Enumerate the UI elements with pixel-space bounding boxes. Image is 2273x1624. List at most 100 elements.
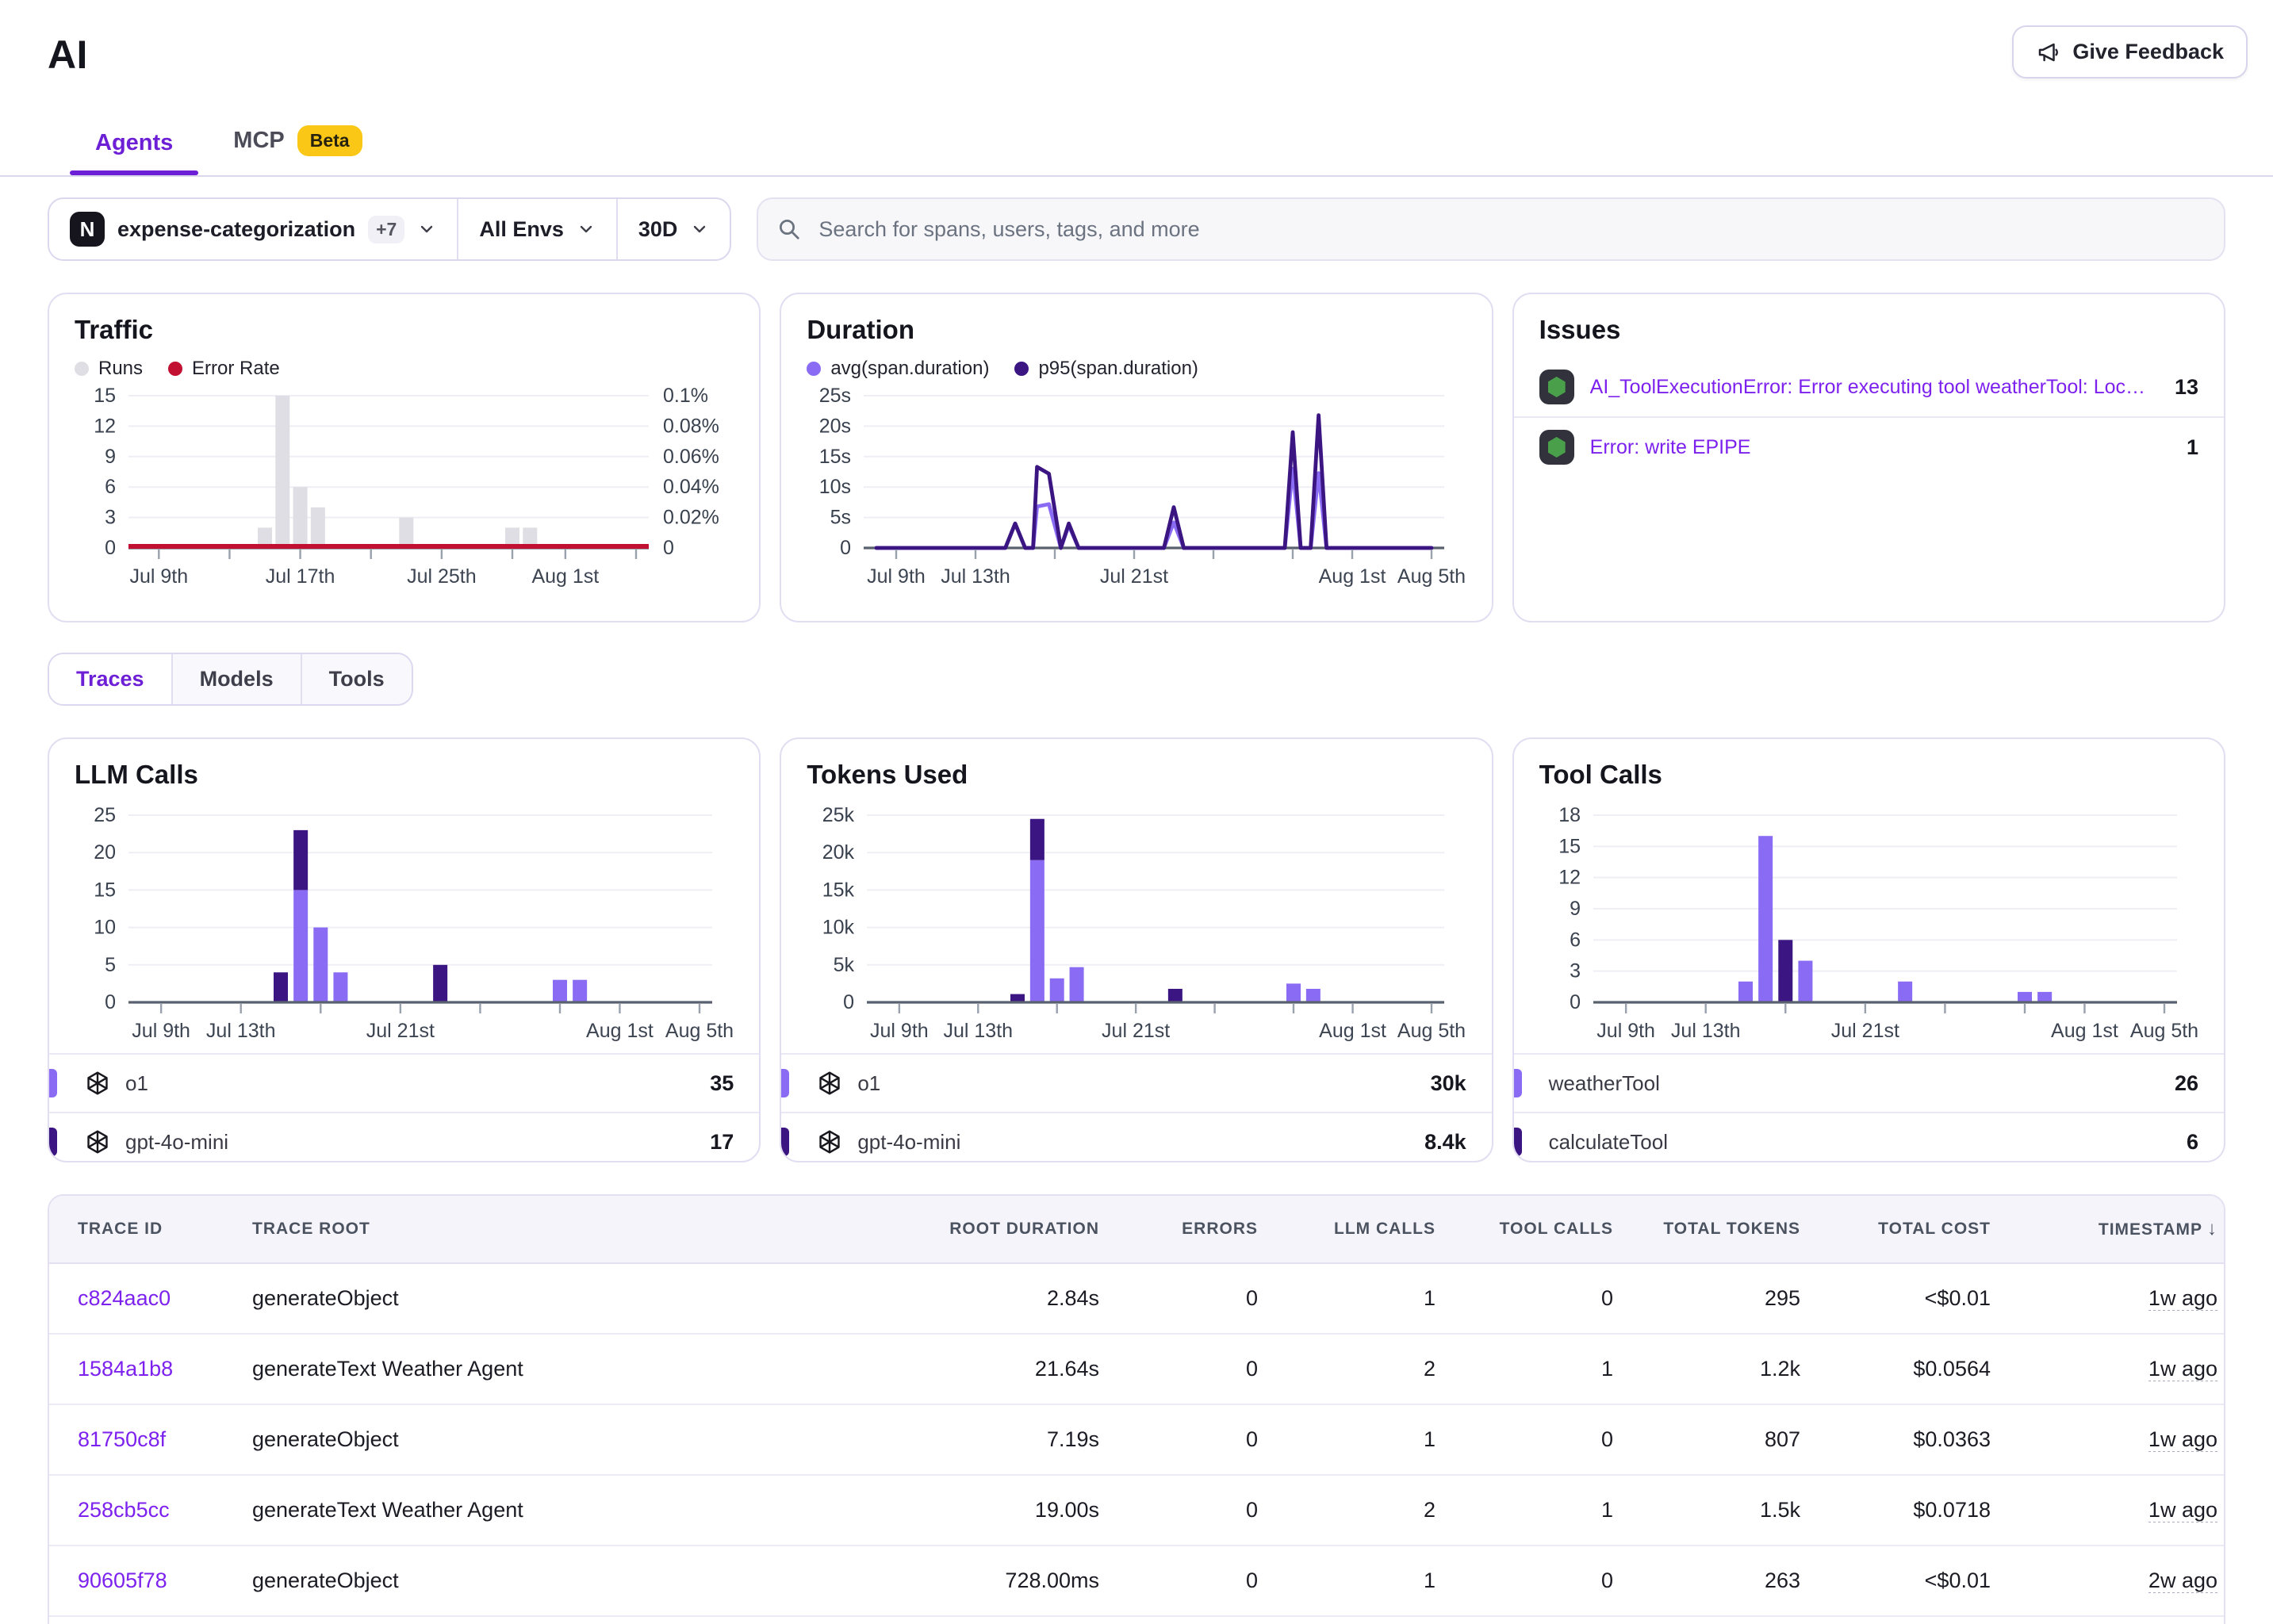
project-filter-dropdown[interactable]: N expense-categorization +7: [49, 199, 457, 259]
sort-desc-icon: ↓: [2207, 1218, 2217, 1239]
legend-row[interactable]: gpt-4o-mini 8.4k: [781, 1112, 1491, 1162]
relative-timestamp[interactable]: 1w ago: [2148, 1427, 2217, 1452]
legend-item[interactable]: p95(span.duration): [1014, 358, 1198, 380]
relative-timestamp[interactable]: 1w ago: [2148, 1498, 2217, 1522]
traces-table: Trace IDTrace RootRoot DurationErrorsLLM…: [48, 1194, 2225, 1624]
svg-text:Jul 9th: Jul 9th: [132, 1020, 190, 1042]
trace-id-link[interactable]: 258cb5cc: [49, 1498, 252, 1522]
tool-calls-legend-rows: weatherTool26calculateTool6: [1514, 1053, 2224, 1162]
trace-id-link[interactable]: 81750c8f: [49, 1427, 252, 1452]
total-cost-cell: <$0.01: [1807, 1568, 1997, 1593]
svg-text:Jul 13th: Jul 13th: [206, 1020, 276, 1042]
time-range-dropdown[interactable]: 30D: [616, 199, 730, 259]
filter-bar: N expense-categorization +7 All Envs 30D: [48, 197, 2225, 261]
column-header-total-tokens[interactable]: Total Tokens: [1619, 1220, 1807, 1239]
column-header-llm-calls[interactable]: LLM Calls: [1264, 1220, 1442, 1239]
svg-text:5s: 5s: [830, 507, 851, 529]
svg-text:25s: 25s: [819, 385, 851, 407]
tokens-used-legend-rows: o130k gpt-4o-mini 8.4k: [781, 1053, 1491, 1162]
legend-row-label: o1: [857, 1071, 880, 1096]
svg-text:6: 6: [1570, 929, 1581, 951]
table-row[interactable]: c824aac0generateObject2.84s010295<$0.011…: [49, 1264, 2224, 1333]
column-header-root-duration[interactable]: Root Duration: [868, 1220, 1106, 1239]
svg-text:Jul 9th: Jul 9th: [1596, 1020, 1655, 1042]
subtab-models[interactable]: Models: [171, 654, 301, 704]
legend-dot: [168, 362, 182, 376]
table-header: Trace IDTrace RootRoot DurationErrorsLLM…: [49, 1196, 2224, 1264]
errors-cell: 0: [1106, 1498, 1264, 1522]
chevron-down-icon: [577, 220, 596, 239]
svg-text:25k: 25k: [822, 804, 855, 826]
traffic-chart: Jul 9thJul 17thJul 25thAug 1st0030.02%60…: [75, 386, 734, 592]
tab-agents[interactable]: Agents: [95, 130, 173, 175]
table-row[interactable]: 1584a1b8generateText Weather Agent21.64s…: [49, 1333, 2224, 1404]
relative-timestamp[interactable]: 1w ago: [2148, 1357, 2217, 1381]
column-header-timestamp[interactable]: Timestamp↓: [1997, 1218, 2224, 1240]
column-header-tool-calls[interactable]: Tool Calls: [1442, 1220, 1619, 1239]
legend-row-value: 26: [2175, 1071, 2198, 1096]
issue-link[interactable]: Error: write EPIPE: [1590, 436, 2168, 459]
project-logo-icon: N: [70, 212, 105, 247]
ai-dashboard-page: AI Give Feedback Agents MCP Beta N expen…: [0, 0, 2273, 1624]
legend-item[interactable]: Runs: [75, 358, 143, 380]
legend-row[interactable]: o135: [49, 1053, 759, 1112]
issues-list: AI_ToolExecutionError: Error executing t…: [1514, 358, 2224, 477]
column-header-errors[interactable]: Errors: [1106, 1220, 1264, 1239]
series-color-pill: [781, 1128, 789, 1156]
total-cost-cell: <$0.01: [1807, 1286, 1997, 1311]
legend-dot: [1014, 362, 1029, 376]
tab-mcp[interactable]: MCP Beta: [233, 125, 362, 175]
timestamp-cell: 1w ago: [1997, 1427, 2224, 1452]
env-filter-dropdown[interactable]: All Envs: [457, 199, 616, 259]
column-header-total-cost[interactable]: Total Cost: [1807, 1220, 1997, 1239]
svg-text:10k: 10k: [822, 917, 855, 939]
total-tokens-cell: 263: [1619, 1568, 1807, 1593]
root-duration-cell: 728.00ms: [868, 1568, 1106, 1593]
issues-title: Issues: [1539, 315, 2198, 345]
subtab-traces[interactable]: Traces: [49, 654, 171, 704]
errors-cell: 0: [1106, 1286, 1264, 1311]
legend-item[interactable]: Error Rate: [168, 358, 280, 380]
errors-cell: 0: [1106, 1357, 1264, 1381]
svg-text:0: 0: [840, 537, 851, 559]
tokens-used-card: Tokens Used Jul 9thJul 13thJul 21stAug 1…: [780, 737, 1493, 1162]
column-header-trace-id[interactable]: Trace ID: [49, 1220, 252, 1239]
tool-calls-cell: 1: [1442, 1357, 1619, 1381]
issue-item[interactable]: Error: write EPIPE 1: [1514, 416, 2224, 477]
llm-calls-cell: 1: [1264, 1427, 1442, 1452]
openai-icon: [84, 1070, 111, 1097]
svg-text:10s: 10s: [819, 476, 851, 498]
legend-row-value: 8.4k: [1424, 1130, 1466, 1155]
openai-icon: [84, 1128, 111, 1155]
table-row[interactable]: 90605f78generateObject728.00ms010263<$0.…: [49, 1545, 2224, 1615]
relative-timestamp[interactable]: 2w ago: [2148, 1568, 2217, 1593]
llm-calls-cell: 2: [1264, 1357, 1442, 1381]
column-header-trace-root[interactable]: Trace Root: [252, 1220, 868, 1239]
relative-timestamp[interactable]: 1w ago: [2148, 1286, 2217, 1311]
table-row[interactable]: 1b9a433bgenerateText Weather Agent4.95s0…: [49, 1615, 2224, 1624]
svg-text:Jul 9th: Jul 9th: [129, 565, 188, 588]
trace-id-link[interactable]: c824aac0: [49, 1286, 252, 1311]
issue-item[interactable]: AI_ToolExecutionError: Error executing t…: [1514, 358, 2224, 416]
total-cost-cell: $0.0363: [1807, 1427, 1997, 1452]
legend-row[interactable]: calculateTool6: [1514, 1112, 2224, 1162]
search-input[interactable]: [815, 216, 2205, 243]
table-row[interactable]: 81750c8fgenerateObject7.19s010807$0.0363…: [49, 1404, 2224, 1474]
legend-row[interactable]: o130k: [781, 1053, 1491, 1112]
subtab-tools[interactable]: Tools: [301, 654, 412, 704]
trace-id-link[interactable]: 1584a1b8: [49, 1357, 252, 1381]
tool-calls-chart: Jul 9thJul 13thJul 21stAug 1stAug 5th036…: [1539, 806, 2198, 1047]
timestamp-cell: 1w ago: [1997, 1357, 2224, 1381]
svg-text:0: 0: [843, 991, 854, 1013]
trace-id-link[interactable]: 90605f78: [49, 1568, 252, 1593]
give-feedback-button[interactable]: Give Feedback: [2012, 25, 2248, 79]
legend-row-label: gpt-4o-mini: [857, 1130, 960, 1155]
legend-row[interactable]: gpt-4o-mini17: [49, 1112, 759, 1162]
total-tokens-cell: 807: [1619, 1427, 1807, 1452]
legend-row[interactable]: weatherTool26: [1514, 1053, 2224, 1112]
trace-root-cell: generateObject: [252, 1427, 868, 1452]
issue-link[interactable]: AI_ToolExecutionError: Error executing t…: [1590, 376, 2156, 399]
table-row[interactable]: 258cb5ccgenerateText Weather Agent19.00s…: [49, 1474, 2224, 1545]
issue-count: 13: [2175, 375, 2198, 400]
legend-item[interactable]: avg(span.duration): [807, 358, 989, 380]
